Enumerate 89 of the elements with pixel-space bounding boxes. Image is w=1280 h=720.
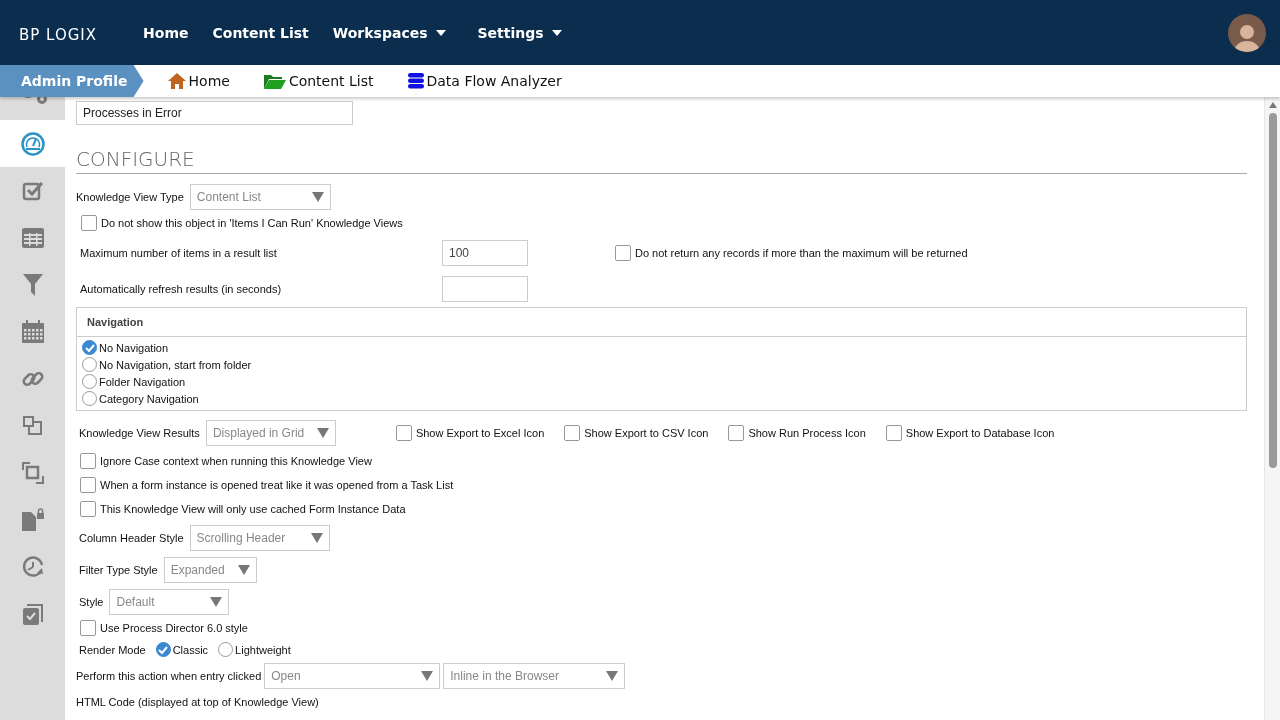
checkbox-label: Ignore Case context when running this Knowledge View: [100, 455, 372, 467]
radio-button[interactable]: [82, 357, 97, 372]
gauge-icon: [20, 131, 45, 156]
checkbox-label: Show Export to CSV Icon: [584, 427, 709, 439]
folder-icon: [263, 73, 286, 89]
radio-label: Folder Navigation: [99, 375, 186, 388]
radio-button[interactable]: [82, 374, 97, 389]
field-label: Maximum number of items in a result list: [80, 247, 278, 259]
checkbox[interactable]: [885, 425, 902, 441]
field-label: Style: [79, 596, 104, 608]
caret-icon: [606, 671, 619, 681]
radio-button[interactable]: [82, 391, 97, 406]
database-icon: [407, 73, 424, 89]
field-label: Automatically refresh results (in seconds): [80, 283, 283, 295]
dropdown[interactable]: Content List: [189, 184, 331, 210]
max-items-field[interactable]: 100: [442, 240, 528, 266]
dropdown[interactable]: Expanded: [163, 557, 257, 583]
radio-label: Lightweight: [235, 643, 291, 656]
dropdown[interactable]: Displayed in Grid: [205, 420, 336, 446]
caret-icon: [551, 29, 562, 36]
caret-icon: [210, 597, 223, 607]
caret-icon: [435, 29, 446, 36]
name-field[interactable]: Processes in Error: [76, 101, 353, 125]
table-icon: [20, 226, 45, 249]
checkbox-label: This Knowledge View will only use cached Form Instance Data: [100, 503, 406, 515]
house-icon: [167, 73, 186, 89]
scroll-up-arrow-icon[interactable]: [1268, 102, 1277, 108]
radio-button[interactable]: [218, 642, 234, 657]
file-lock-icon: [20, 507, 45, 532]
checked-document-icon: [21, 601, 44, 626]
nav-link[interactable]: Settings: [477, 24, 562, 41]
field-label: Knowledge View Type: [76, 191, 184, 203]
quick-link[interactable]: Home: [167, 73, 230, 89]
caret-icon: [237, 565, 250, 575]
dropdown[interactable]: Default: [109, 589, 230, 615]
radio-button[interactable]: [155, 642, 171, 657]
clock-refresh-icon: [20, 554, 45, 579]
quick-link[interactable]: Data Flow Analyzer: [407, 73, 562, 89]
radio-label: Classic: [172, 643, 209, 656]
avatar[interactable]: [1228, 13, 1266, 52]
nav-link[interactable]: Home: [143, 24, 189, 41]
checkbox-label: Show Run Process Icon: [748, 427, 866, 439]
dropdown[interactable]: Inline in the Browser: [443, 663, 626, 689]
checkbox[interactable]: [615, 245, 631, 261]
field-label: Column Header Style: [79, 532, 184, 544]
caret-icon: [310, 533, 323, 543]
checkbox-label: When a form instance is opened treat like it was opened from a Task List: [100, 479, 454, 491]
field-label: HTML Code (displayed at top of Knowledge View): [76, 696, 319, 708]
dropdown[interactable]: Open: [264, 663, 441, 689]
dropdown[interactable]: Scrolling Header: [189, 525, 330, 551]
checkbox-label: Show Export to Database Icon: [905, 427, 1055, 439]
checkbox-label: Show Export to Excel Icon: [415, 427, 545, 439]
funnel-icon: [21, 272, 44, 297]
refresh-field[interactable]: [442, 276, 528, 302]
checkbox[interactable]: [395, 425, 412, 441]
checkbox[interactable]: [81, 215, 97, 231]
quick-link[interactable]: Content List: [263, 73, 374, 89]
field-label: Knowledge View Results: [79, 427, 200, 439]
checkbox[interactable]: [80, 453, 96, 469]
nav-link[interactable]: Content List: [212, 24, 309, 41]
caret-icon: [311, 192, 324, 202]
checkbox[interactable]: [728, 425, 745, 441]
scrollbar[interactable]: [1264, 97, 1280, 720]
panel-title: Navigation: [87, 316, 144, 328]
radio-button[interactable]: [82, 340, 97, 355]
overlapping-squares-icon: [21, 461, 44, 484]
caret-icon: [421, 671, 434, 681]
checkbox[interactable]: [80, 501, 96, 517]
caret-icon: [316, 428, 329, 438]
logo[interactable]: BP LOGIX: [19, 25, 98, 44]
field-label: Render Mode: [79, 643, 146, 656]
checkbox-label: Use Process Director 6.0 style: [100, 622, 248, 634]
checkbox[interactable]: [80, 477, 96, 493]
breadcrumb-current: Admin Profile: [0, 65, 144, 97]
calendar-icon: [20, 319, 45, 344]
field-label: Perform this action when entry clicked: [76, 670, 262, 682]
checkbox[interactable]: [564, 425, 581, 441]
nav-link[interactable]: Workspaces: [332, 24, 446, 41]
field-label: Filter Type Style: [79, 564, 158, 576]
checkbox-icon: [21, 179, 44, 202]
radio-label: No Navigation, start from folder: [99, 358, 252, 371]
checkbox[interactable]: [80, 620, 96, 636]
sidebar-item[interactable]: [0, 120, 65, 167]
radio-label: No Navigation: [99, 341, 169, 354]
squares-icon: [22, 415, 43, 436]
section-title: CONFIGURE: [76, 147, 1247, 174]
checkbox-label: Do not show this object in 'Items I Can Run' Knowledge Views: [101, 217, 403, 229]
checkbox-label: Do not return any records if more than the maximum will be returned: [635, 247, 968, 259]
radio-label: Category Navigation: [99, 392, 199, 405]
